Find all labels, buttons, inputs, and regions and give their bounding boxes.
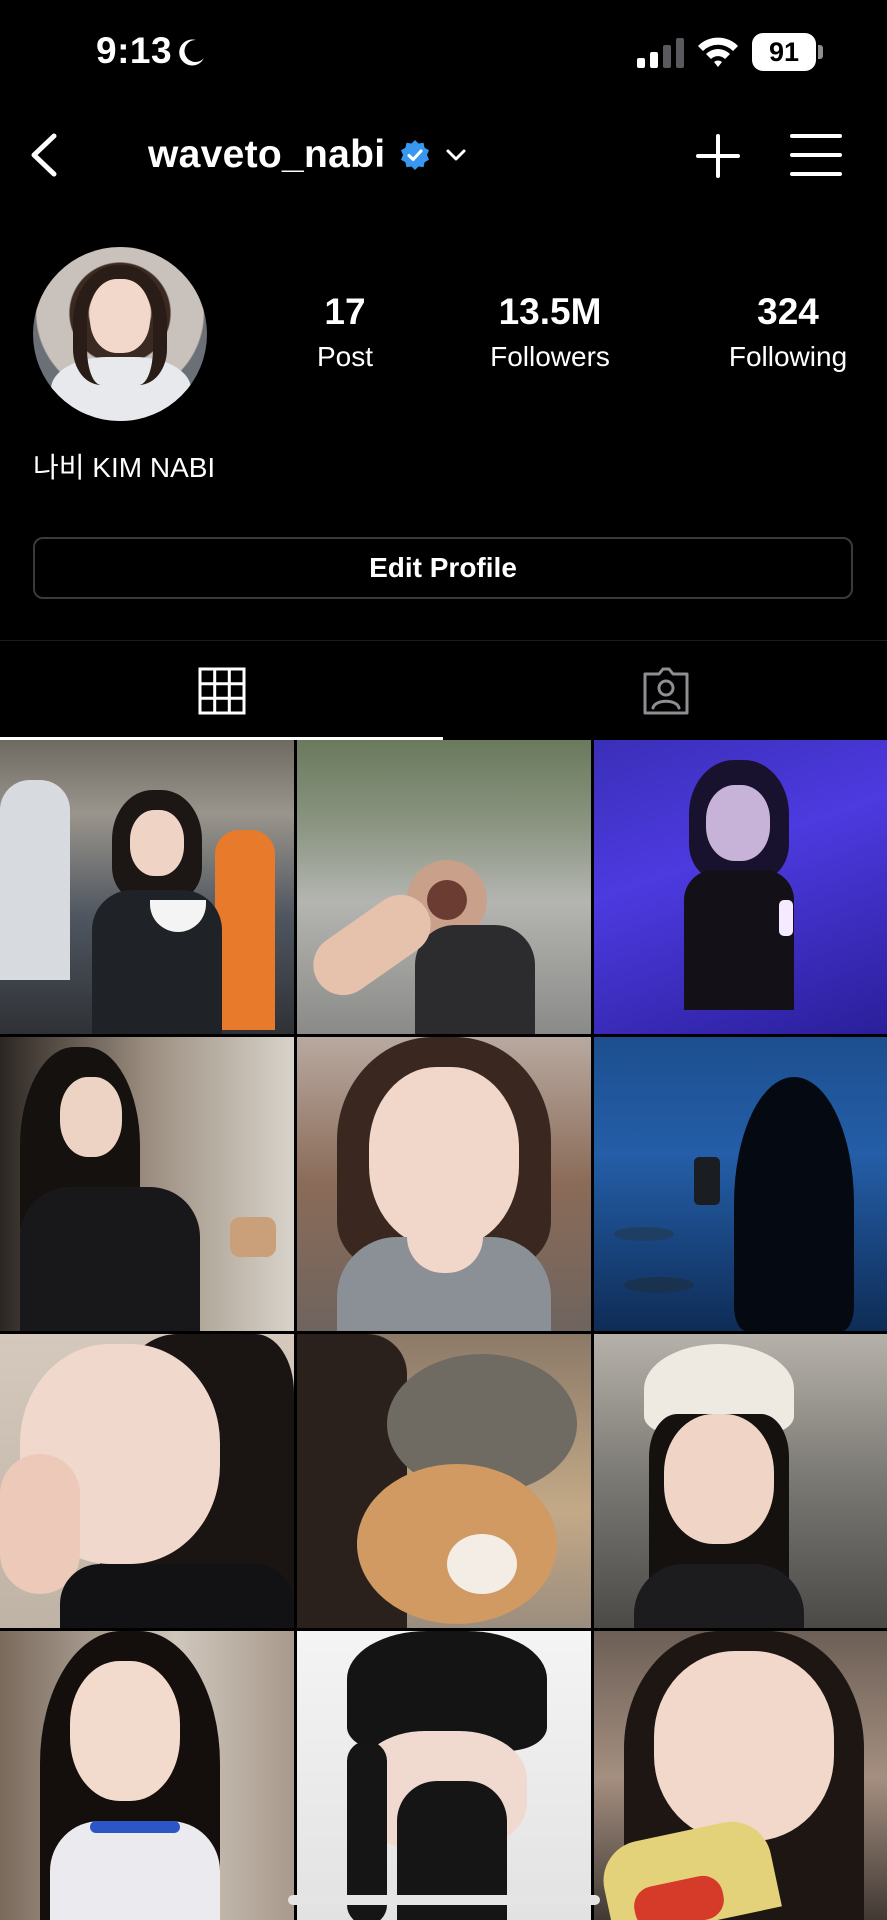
display-name: 나비 KIM NABI — [33, 452, 216, 483]
tab-posts-grid[interactable] — [0, 641, 443, 741]
back-chevron-icon[interactable] — [22, 130, 72, 180]
posts-stat[interactable]: 17 Post — [300, 290, 390, 377]
grid-post[interactable] — [0, 1334, 294, 1628]
tagged-person-icon — [643, 667, 689, 715]
avatar[interactable] — [33, 247, 207, 421]
plus-icon[interactable] — [694, 132, 742, 180]
grid-post[interactable] — [297, 1334, 591, 1628]
wifi-icon — [698, 37, 738, 67]
profile-header: waveto_nabi — [0, 110, 887, 200]
grid-icon — [198, 667, 246, 715]
cellular-signal-icon — [637, 38, 684, 68]
username: waveto_nabi — [148, 133, 386, 176]
moon-icon — [179, 39, 204, 66]
chevron-down-icon — [446, 149, 466, 161]
home-indicator[interactable] — [288, 1895, 600, 1905]
following-stat[interactable]: 324 Following — [718, 290, 858, 377]
grid-post[interactable] — [594, 1631, 887, 1920]
status-bar: 9:13 91 — [0, 0, 887, 110]
battery-level: 91 — [752, 33, 816, 71]
status-time: 9:13 — [96, 30, 173, 71]
avatar-face — [90, 279, 150, 353]
profile-screen: 9:13 91 waveto_nabi 17 Post 13.5M Follow… — [0, 0, 887, 1920]
followers-label: Followers — [490, 341, 610, 372]
profile-tabs — [0, 640, 887, 740]
following-count: 324 — [757, 291, 819, 332]
tab-tagged[interactable] — [444, 641, 887, 741]
followers-stat[interactable]: 13.5M Followers — [470, 290, 630, 377]
edit-profile-button[interactable]: Edit Profile — [33, 537, 853, 599]
grid-post[interactable] — [0, 1631, 294, 1920]
account-switcher[interactable]: waveto_nabi — [148, 132, 467, 178]
grid-post[interactable] — [594, 1334, 887, 1628]
following-label: Following — [728, 341, 848, 372]
grid-post[interactable] — [594, 1037, 887, 1331]
battery-icon: 91 — [752, 33, 824, 71]
battery-tip — [818, 45, 823, 59]
grid-post[interactable] — [594, 740, 887, 1034]
posts-grid — [0, 740, 887, 1920]
grid-post[interactable] — [297, 740, 591, 1034]
verified-badge-icon — [401, 140, 430, 170]
posts-count: 17 — [324, 291, 366, 332]
posts-label: Post — [316, 341, 374, 372]
hamburger-menu-icon[interactable] — [790, 132, 842, 178]
followers-count: 13.5M — [498, 291, 602, 332]
grid-post[interactable] — [0, 740, 294, 1034]
grid-post[interactable] — [297, 1037, 591, 1331]
grid-post[interactable] — [0, 1037, 294, 1331]
grid-post[interactable] — [297, 1631, 591, 1920]
